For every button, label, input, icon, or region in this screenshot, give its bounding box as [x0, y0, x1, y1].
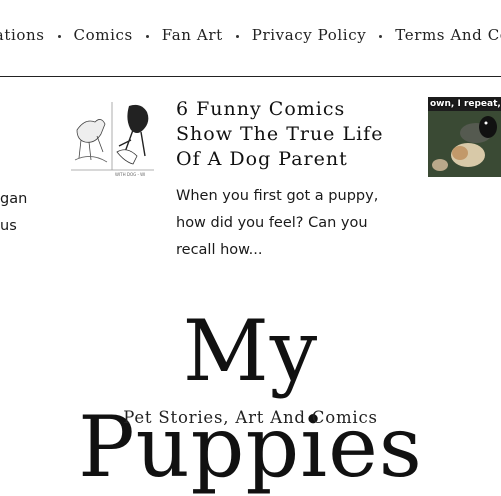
dog-photo-illustration	[428, 97, 501, 177]
nav-separator-dot	[235, 34, 239, 38]
excerpt-line: gan	[0, 191, 28, 207]
nav-link-illustrations[interactable]: rations	[0, 26, 47, 44]
nav-separator-dot	[57, 34, 61, 38]
post-title-line: Of A Dog Parent	[176, 148, 348, 170]
post-thumbnail-photo[interactable]: own, I repeat, Co	[428, 97, 501, 177]
post-thumbnail-comic[interactable]: WITH DOG - WI	[71, 100, 154, 178]
post-excerpt-center: When you first got a puppy, how did you …	[176, 183, 396, 264]
nav-link-privacy-policy[interactable]: Privacy Policy	[250, 26, 369, 44]
excerpt-line: When you first got a puppy,	[176, 188, 379, 204]
nav-link-comics[interactable]: Comics	[72, 26, 135, 44]
site-tagline: Pet Stories, Art And Comics	[123, 408, 378, 427]
excerpt-line: how did you feel? Can you	[176, 215, 368, 231]
site-title[interactable]: My Puppies	[0, 303, 501, 495]
thumbnail-caption: WITH DOG - WI	[115, 172, 145, 177]
post-title-link[interactable]: 6 Funny Comics Show The True Life Of A D…	[176, 97, 396, 172]
nav-track: rations Comics Fan Art Privacy Policy Te…	[0, 26, 501, 44]
excerpt-line: us	[0, 218, 17, 234]
excerpt-line: recall how...	[176, 242, 263, 258]
comic-thumbnail-illustration: WITH DOG - WI	[71, 100, 154, 178]
top-navigation: rations Comics Fan Art Privacy Policy Te…	[0, 26, 501, 48]
header-divider	[0, 76, 501, 77]
post-title-line: Show The True Life	[176, 123, 384, 145]
nav-link-terms-and-conditions[interactable]: Terms And Cond	[393, 26, 501, 44]
nav-separator-dot	[379, 34, 383, 38]
post-excerpt-left: gan us	[0, 186, 40, 240]
nav-separator-dot	[145, 34, 149, 38]
nav-link-fan-art[interactable]: Fan Art	[160, 26, 225, 44]
post-title-line: 6 Funny Comics	[176, 98, 346, 120]
thumbnail-caption: own, I repeat, Co	[430, 99, 501, 109]
